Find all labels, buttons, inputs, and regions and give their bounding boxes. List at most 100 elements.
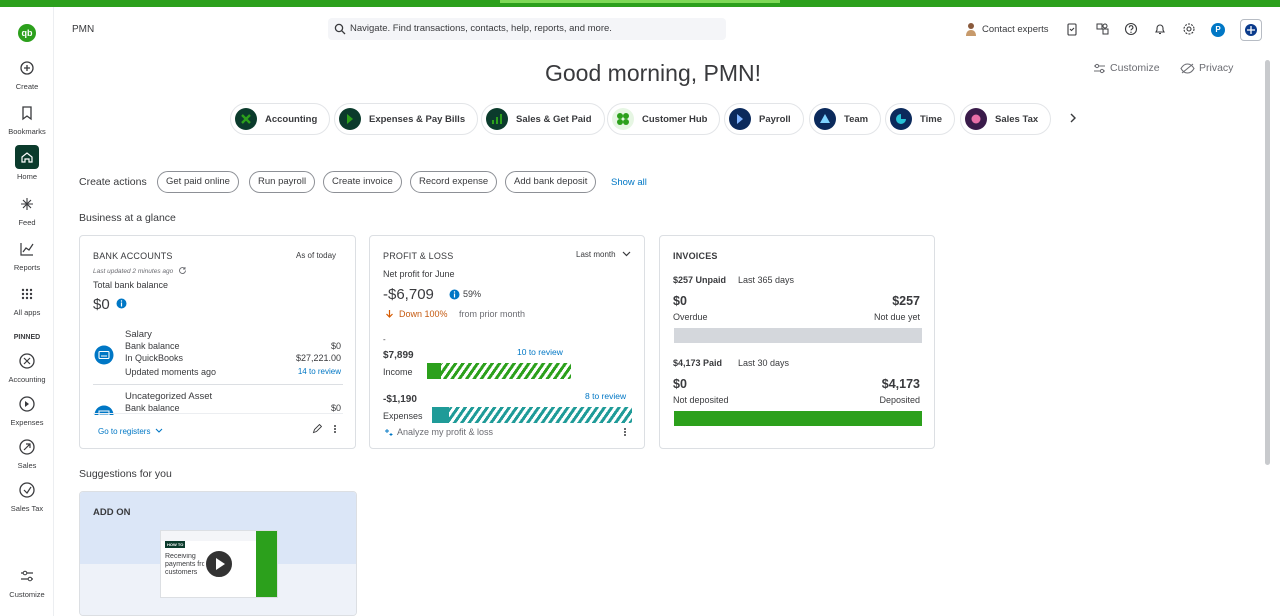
income-dash: - [383, 335, 386, 344]
app-pill-accounting[interactable]: Accounting [230, 103, 331, 135]
sidebar-item-sales[interactable]: Sales [0, 436, 54, 470]
app-pill-sales-tax[interactable]: Sales Tax [960, 103, 1052, 135]
period-dropdown[interactable]: Last month [576, 250, 631, 259]
customize-link[interactable]: Customize [1093, 62, 1160, 74]
unpaid-period: Last 365 days [738, 275, 795, 285]
run-payroll-button[interactable]: Run payroll [249, 171, 316, 193]
assistant-button[interactable] [1240, 19, 1262, 41]
time-app-icon [890, 108, 912, 130]
sidebar-item-expenses[interactable]: Expenses [0, 393, 54, 427]
suggestion-card[interactable]: ADD ON HOW TO Receiving payments from cu… [79, 491, 357, 616]
sales-app-icon [486, 108, 508, 130]
pencil-icon[interactable] [312, 424, 322, 434]
thumb-tag: HOW TO [165, 541, 186, 548]
contact-experts-button[interactable]: Contact experts [965, 22, 1049, 36]
account-updated-label: Updated moments ago [125, 367, 217, 377]
customer-hub-app-icon [612, 108, 634, 130]
qb-balance-value: $27,221.00 [295, 353, 341, 363]
sidebar-item-label: Feed [18, 218, 36, 227]
sidebar-item-reports[interactable]: Reports [0, 238, 54, 272]
help-icon[interactable] [1124, 22, 1138, 36]
privacy-toggle[interactable]: Privacy [1180, 62, 1233, 74]
search-input[interactable]: Navigate. Find transactions, contacts, h… [328, 18, 726, 40]
quickbooks-logo-icon[interactable]: qb [18, 24, 36, 42]
income-bar-pending[interactable] [441, 363, 571, 379]
expenses-bar-pending[interactable] [449, 407, 632, 423]
total-balance-value: $0 [93, 296, 110, 313]
sidebar-item-home[interactable]: Home [0, 145, 54, 181]
expenses-review-link[interactable]: 8 to review [585, 391, 626, 401]
to-review-link[interactable]: 14 to review [298, 367, 341, 376]
more-options-icon[interactable] [623, 427, 627, 437]
page-scrollbar[interactable] [1265, 60, 1270, 465]
sidebar-item-all-apps[interactable]: All apps [0, 283, 54, 317]
sales-tax-icon [19, 482, 35, 498]
clipboard-icon[interactable] [1065, 22, 1079, 36]
account-name[interactable]: Salary [125, 329, 152, 340]
sidebar-item-feed[interactable]: Feed [0, 193, 54, 227]
user-avatar[interactable]: P [1211, 23, 1225, 37]
app-pill-label: Customer Hub [642, 113, 708, 125]
suggestions-title: Suggestions for you [79, 468, 172, 480]
create-invoice-button[interactable]: Create invoice [323, 171, 402, 193]
refresh-icon[interactable] [178, 266, 187, 275]
play-button[interactable] [204, 549, 234, 579]
company-name[interactable]: PMN [72, 24, 94, 35]
chevron-right-icon[interactable] [1068, 112, 1078, 124]
sales-tax-app-icon [965, 108, 987, 130]
sidebar-item-customize[interactable]: Customize [0, 565, 54, 599]
video-thumbnail[interactable]: HOW TO Receiving payments from customers [160, 530, 278, 598]
app-pill-customer-hub[interactable]: Customer Hub [607, 103, 721, 135]
as-of-label: As of today [296, 251, 337, 260]
unpaid-bar[interactable] [674, 328, 922, 343]
app-pill-expenses[interactable]: Expenses & Pay Bills [334, 103, 479, 135]
apps-switcher-icon[interactable] [1095, 22, 1109, 36]
sidebar-item-accounting[interactable]: Accounting [0, 350, 54, 384]
last-updated-label: Last updated 2 minutes ago [93, 266, 187, 275]
sales-icon [19, 439, 35, 455]
change-value: Down 100% [399, 309, 448, 319]
bell-icon[interactable] [1153, 22, 1167, 36]
expenses-icon [19, 396, 35, 412]
business-glance-title: Business at a glance [79, 212, 176, 224]
sidebar-item-create[interactable]: Create [0, 57, 54, 91]
sidebar-item-label: Bookmarks [8, 127, 46, 136]
paid-bar[interactable] [674, 411, 922, 426]
eye-slash-icon [1180, 62, 1195, 74]
app-pill-label: Team [844, 113, 869, 125]
unpaid-amount: $257 Unpaid [673, 275, 727, 285]
expenses-bar-solid [432, 407, 449, 423]
app-pill-payroll[interactable]: Payroll [724, 103, 804, 135]
go-to-registers-link[interactable]: Go to registers [98, 427, 163, 436]
record-expense-button[interactable]: Record expense [410, 171, 498, 193]
account-name[interactable]: Uncategorized Asset [125, 391, 212, 402]
chart-icon [20, 243, 34, 256]
add-bank-deposit-button[interactable]: Add bank deposit [505, 171, 597, 193]
app-pill-team[interactable]: Team [809, 103, 882, 135]
info-icon[interactable] [116, 298, 127, 309]
show-all-link[interactable]: Show all [611, 177, 647, 188]
sidebar-item-bookmarks[interactable]: Bookmarks [0, 102, 54, 136]
income-review-link[interactable]: 10 to review [517, 347, 563, 357]
analyze-link[interactable]: Analyze my profit & loss [397, 427, 493, 437]
qb-balance-label: In QuickBooks [125, 353, 184, 363]
app-pill-sales[interactable]: Sales & Get Paid [481, 103, 605, 135]
info-icon[interactable] [449, 289, 460, 300]
plus-circle-icon [20, 61, 34, 75]
sidebar-item-sales-tax[interactable]: Sales Tax [0, 479, 54, 513]
net-profit-value: -$6,709 [383, 286, 434, 303]
get-paid-online-button[interactable]: Get paid online [157, 171, 239, 193]
sidebar-item-label: Sales Tax [10, 504, 44, 513]
sidebar-item-label: Expenses [10, 418, 44, 427]
bank-balance-label: Bank balance [125, 403, 180, 413]
sidebar-item-label: Sales [17, 461, 37, 470]
top-accent-bar [0, 0, 1280, 7]
profit-loss-card: PROFIT & LOSS Last month Net profit for … [369, 235, 645, 449]
more-options-icon[interactable] [333, 424, 337, 434]
income-value: $7,899 [383, 350, 414, 361]
gear-icon[interactable] [1182, 22, 1196, 36]
chevron-down-icon [622, 251, 631, 257]
app-pill-time[interactable]: Time [885, 103, 956, 135]
sidebar-item-label: Reports [13, 263, 41, 272]
change-suffix: from prior month [459, 309, 526, 319]
